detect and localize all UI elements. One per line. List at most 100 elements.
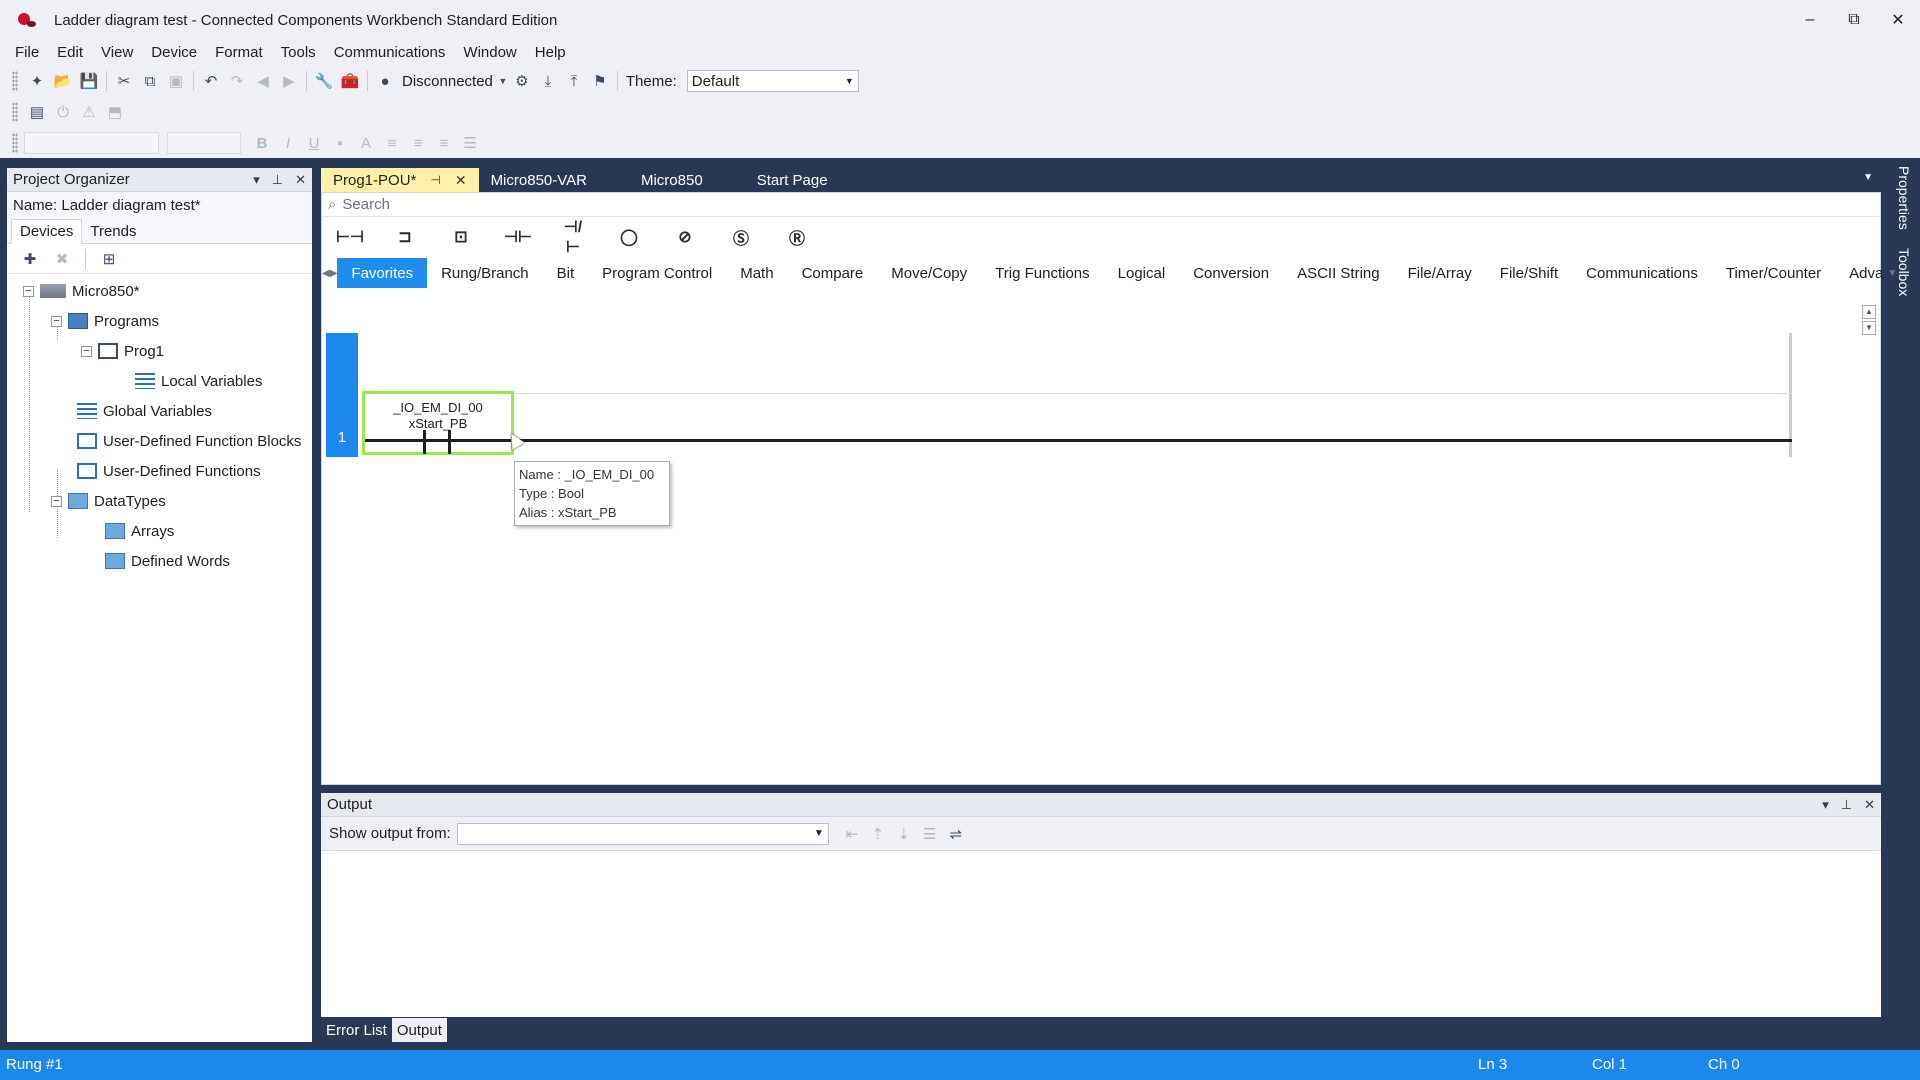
- menu-format[interactable]: Format: [206, 44, 272, 61]
- scroll-left-icon[interactable]: ◀: [322, 268, 330, 279]
- category-timer-counter[interactable]: Timer/Counter: [1712, 258, 1835, 288]
- collapse-icon[interactable]: −: [51, 315, 62, 327]
- tree-view-icon[interactable]: ⊞: [96, 247, 122, 271]
- download-icon[interactable]: ⤓: [535, 69, 561, 93]
- italic-icon[interactable]: I: [275, 131, 301, 155]
- category-trig-functions[interactable]: Trig Functions: [981, 258, 1103, 288]
- tree-item-user-defined-functions[interactable]: User-Defined Functions: [77, 460, 261, 482]
- rung-1[interactable]: _IO_EM_DI_00 xStart_PB Name : _IO_EM_DI_…: [362, 333, 1792, 526]
- debug-icon[interactable]: ⚑: [587, 69, 613, 93]
- highlight-icon[interactable]: ▪: [327, 131, 353, 155]
- navigate-forward-icon[interactable]: ▶: [276, 69, 302, 93]
- tab-micro850[interactable]: Micro850: [599, 168, 715, 192]
- tab-overflow-icon[interactable]: ▼: [1863, 172, 1873, 183]
- instruction-block-icon[interactable]: ⊡: [448, 227, 474, 247]
- close-icon[interactable]: ✕: [295, 172, 306, 188]
- category-logical[interactable]: Logical: [1104, 258, 1180, 288]
- scroll-down-icon[interactable]: ▼: [1862, 321, 1876, 335]
- collapse-icon[interactable]: −: [51, 495, 62, 507]
- font-name-select[interactable]: [24, 132, 159, 154]
- tree-item-user-defined-function-blocks[interactable]: User-Defined Function Blocks: [77, 430, 301, 452]
- font-size-select[interactable]: [167, 132, 241, 154]
- copy-icon[interactable]: ⧉: [137, 69, 163, 93]
- pin-icon[interactable]: ⊥: [272, 172, 283, 188]
- tab-output[interactable]: Output: [391, 1018, 447, 1042]
- menu-help[interactable]: Help: [526, 44, 575, 61]
- word-wrap-icon[interactable]: ⇌: [943, 822, 969, 846]
- side-tab-properties[interactable]: Properties: [1896, 166, 1912, 230]
- add-device-icon[interactable]: ✚: [17, 247, 43, 271]
- tree-item-micro850[interactable]: − Micro850*: [23, 280, 140, 302]
- category-compare[interactable]: Compare: [788, 258, 878, 288]
- next-message-icon[interactable]: ⇣: [891, 822, 917, 846]
- instruction-search[interactable]: ⌕ Search: [322, 193, 1880, 217]
- tab-error-list[interactable]: Error List: [321, 1018, 392, 1042]
- category-program-control[interactable]: Program Control: [588, 258, 726, 288]
- close-tab-icon[interactable]: ✕: [455, 172, 467, 189]
- tree-item-datatypes[interactable]: − DataTypes: [51, 490, 166, 512]
- category-ascii-string[interactable]: ASCII String: [1283, 258, 1394, 288]
- tab-prog1-pou[interactable]: Prog1-POU* ⊣ ✕: [321, 168, 479, 192]
- restore-button[interactable]: ⧉: [1832, 0, 1876, 40]
- ladder-canvas[interactable]: 1 _IO_EM_DI_00 xStart_PB Name : _IO_EM_D…: [322, 331, 1812, 784]
- set-coil-icon[interactable]: Ⓢ: [728, 225, 754, 249]
- find-message-icon[interactable]: ⇤: [839, 822, 865, 846]
- tree-item-global-variables[interactable]: Global Variables: [77, 400, 212, 422]
- category-math[interactable]: Math: [726, 258, 787, 288]
- undo-icon[interactable]: ↶: [198, 69, 224, 93]
- menu-file[interactable]: File: [6, 44, 48, 61]
- warning-icon[interactable]: ⚠: [76, 100, 102, 124]
- previous-message-icon[interactable]: ⇡: [865, 822, 891, 846]
- menu-edit[interactable]: Edit: [48, 44, 92, 61]
- rung-icon[interactable]: ⊢⊣: [336, 227, 364, 247]
- menu-window[interactable]: Window: [454, 44, 525, 61]
- category-file-shift[interactable]: File/Shift: [1486, 258, 1572, 288]
- category-rung-branch[interactable]: Rung/Branch: [427, 258, 543, 288]
- category-move-copy[interactable]: Move/Copy: [877, 258, 981, 288]
- output-source-select[interactable]: ▼: [456, 822, 829, 845]
- align-left-icon[interactable]: ≡: [379, 131, 405, 155]
- menu-device[interactable]: Device: [142, 44, 206, 61]
- pin-icon[interactable]: ⊥: [1841, 797, 1852, 813]
- reverse-contact-icon[interactable]: ⊣/⊢: [560, 217, 586, 257]
- tab-start-page[interactable]: Start Page: [715, 168, 840, 192]
- connection-dropdown-icon[interactable]: ▼: [497, 69, 509, 93]
- paste-icon[interactable]: ▣: [163, 69, 189, 93]
- device-config-icon[interactable]: ▤: [24, 100, 50, 124]
- menu-tools[interactable]: Tools: [272, 44, 325, 61]
- tree-item-programs[interactable]: − Programs: [51, 310, 159, 332]
- redo-icon[interactable]: ↷: [224, 69, 250, 93]
- power-icon[interactable]: ⏻: [50, 100, 76, 124]
- reverse-coil-icon[interactable]: ⊘: [672, 227, 698, 247]
- side-tab-toolbox[interactable]: Toolbox: [1896, 248, 1912, 296]
- collapse-icon[interactable]: −: [81, 345, 92, 357]
- upload-icon[interactable]: ⤒: [561, 69, 587, 93]
- remove-device-icon[interactable]: ✖: [49, 247, 75, 271]
- minimize-button[interactable]: –: [1788, 0, 1832, 40]
- tree-item-arrays[interactable]: Arrays: [105, 520, 174, 542]
- align-center-icon[interactable]: ≡: [405, 131, 431, 155]
- branch-icon[interactable]: ⊐: [392, 227, 418, 247]
- toolbar-grip[interactable]: [12, 133, 18, 153]
- tab-trends[interactable]: Trends: [82, 220, 144, 243]
- direct-contact[interactable]: _IO_EM_DI_00 xStart_PB: [362, 391, 514, 455]
- underline-icon[interactable]: U: [301, 131, 327, 155]
- category-conversion[interactable]: Conversion: [1179, 258, 1283, 288]
- category-communications[interactable]: Communications: [1572, 258, 1712, 288]
- tab-micro850-var[interactable]: Micro850-VAR: [479, 168, 599, 192]
- tree-item-prog1[interactable]: − Prog1: [81, 340, 164, 362]
- collapse-icon[interactable]: −: [23, 285, 34, 297]
- category-favorites[interactable]: Favorites: [337, 258, 428, 288]
- tree-item-defined-words[interactable]: Defined Words: [105, 550, 230, 572]
- save-icon[interactable]: 💾: [76, 69, 102, 93]
- reset-coil-icon[interactable]: Ⓡ: [784, 225, 810, 249]
- open-project-icon[interactable]: 📂: [50, 69, 76, 93]
- pin-icon[interactable]: ⊣: [430, 173, 440, 187]
- tab-devices[interactable]: Devices: [11, 219, 83, 244]
- category-file-array[interactable]: File/Array: [1394, 258, 1486, 288]
- theme-select[interactable]: Default ▼: [686, 70, 859, 92]
- scroll-right-icon[interactable]: ▶: [330, 268, 338, 279]
- font-color-icon[interactable]: A: [353, 131, 379, 155]
- new-project-icon[interactable]: ✦: [24, 69, 50, 93]
- toolbox-icon[interactable]: 🧰: [337, 69, 363, 93]
